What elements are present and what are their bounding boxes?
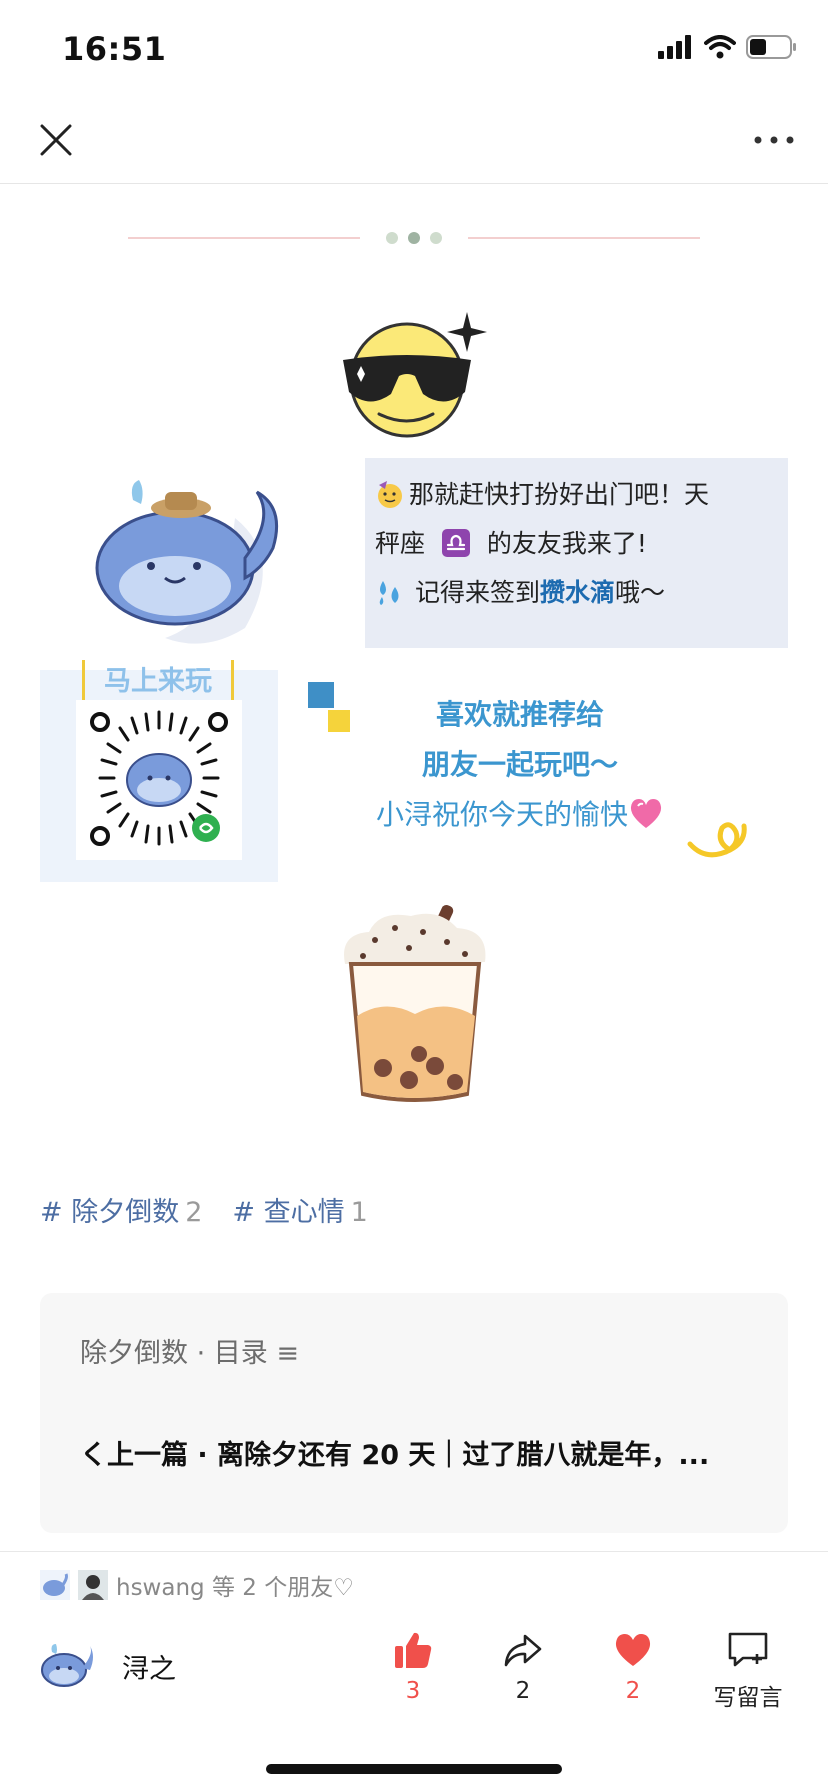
message-highlight: 攒水滴 bbox=[540, 578, 616, 607]
close-icon[interactable] bbox=[36, 120, 76, 160]
action-bar: 3 2 2 写留言 bbox=[378, 1630, 788, 1712]
thumbs-up-icon bbox=[395, 1632, 432, 1668]
topic-tags: # 除夕倒数 2 # 查心情 1 bbox=[40, 1190, 368, 1229]
status-bar: 16:51 bbox=[0, 0, 828, 98]
home-indicator bbox=[266, 1764, 562, 1774]
bubble-tea-icon bbox=[344, 904, 486, 1102]
nav-bar bbox=[0, 98, 828, 184]
share-count: 2 bbox=[515, 1678, 531, 1704]
toc-title[interactable]: 除夕倒数 · 目录 ≡ bbox=[80, 1331, 299, 1370]
like-count: 3 bbox=[405, 1678, 421, 1704]
comment-icon bbox=[728, 1632, 768, 1667]
message-line-3-a: 记得来签到 bbox=[415, 578, 541, 607]
message-line-3: 记得来签到攒水滴哦～ bbox=[375, 568, 778, 617]
series-toc-card: 除夕倒数 · 目录 ≡ く上一篇 · 离除夕还有 20 天｜过了腊八就是年，..… bbox=[40, 1293, 788, 1533]
promo-line-3-text: 小浔祝你今天的愉快 bbox=[375, 798, 628, 831]
more-dots-icon[interactable] bbox=[750, 120, 798, 160]
bottom-separator bbox=[0, 1551, 828, 1552]
share-button[interactable]: 2 bbox=[488, 1630, 558, 1712]
party-face-icon bbox=[378, 481, 402, 508]
status-icons bbox=[658, 34, 798, 60]
love-count: 2 bbox=[625, 1678, 641, 1704]
message-box: 那就赶快打扮好出门吧！天 秤座 的友友我来了! 记得来签到攒水滴哦～ bbox=[365, 458, 788, 648]
like-button[interactable]: 3 bbox=[378, 1630, 448, 1712]
tag-count: 1 bbox=[350, 1197, 368, 1228]
previous-article-link[interactable]: く上一篇 · 离除夕还有 20 天｜过了腊八就是年，... bbox=[80, 1433, 780, 1472]
libra-zodiac-icon bbox=[441, 529, 470, 557]
tag-check-mood[interactable]: # 查心情 1 bbox=[232, 1190, 367, 1229]
qr-label: 马上来玩 bbox=[82, 660, 234, 704]
message-line-3-b: 哦～ bbox=[615, 578, 666, 607]
mini-program-qr-code[interactable] bbox=[76, 700, 242, 860]
whale-mascot-icon bbox=[95, 480, 279, 644]
tag-chuxi-countdown[interactable]: # 除夕倒数 2 bbox=[40, 1190, 202, 1229]
decorative-divider bbox=[128, 232, 700, 244]
share-arrow-icon bbox=[504, 1634, 542, 1667]
tag-label: # 查心情 bbox=[232, 1197, 345, 1228]
love-button[interactable]: 2 bbox=[598, 1630, 668, 1712]
author-info[interactable]: 浔之 bbox=[40, 1642, 176, 1690]
author-avatar bbox=[41, 1644, 93, 1687]
heart-icon bbox=[615, 1634, 651, 1666]
tag-label: # 除夕倒数 bbox=[40, 1197, 180, 1228]
sparkling-heart-icon bbox=[630, 799, 662, 828]
promo-text: 喜欢就推荐给 朋友一起玩吧～ 小浔祝你今天的愉快 bbox=[320, 690, 720, 840]
message-line-2-b: 的友友我来了! bbox=[486, 529, 647, 558]
comment-label: 写留言 bbox=[713, 1685, 783, 1711]
friends-liked-row[interactable]: hswang 等 2 个朋友♡ bbox=[40, 1568, 354, 1602]
write-comment-button[interactable]: 写留言 bbox=[708, 1630, 788, 1712]
message-line-2: 秤座 的友友我来了! bbox=[375, 519, 778, 568]
battery-icon bbox=[746, 35, 796, 59]
sunglasses-face-icon bbox=[343, 312, 487, 438]
message-line-1: 那就赶快打扮好出门吧！天 bbox=[375, 470, 778, 519]
message-line-2-a: 秤座 bbox=[375, 529, 426, 558]
promo-line-3: 小浔祝你今天的愉快 bbox=[320, 790, 720, 840]
promo-line-2: 朋友一起玩吧～ bbox=[421, 748, 618, 781]
status-time: 16:51 bbox=[62, 30, 167, 68]
friend-avatar-whale bbox=[40, 1570, 70, 1600]
promo-line-1: 喜欢就推荐给 bbox=[435, 698, 604, 731]
message-line-1-text: 那就赶快打扮好出门吧！天 bbox=[409, 480, 710, 509]
friends-text: hswang 等 2 个朋友♡ bbox=[116, 1575, 354, 1601]
wifi-icon bbox=[704, 35, 736, 59]
water-drops-icon bbox=[379, 581, 399, 605]
friend-avatar-person bbox=[78, 1570, 108, 1600]
swirl-decoration bbox=[687, 822, 747, 858]
signal-icon bbox=[658, 35, 691, 59]
author-name: 浔之 bbox=[122, 1653, 176, 1685]
tag-count: 2 bbox=[185, 1197, 203, 1228]
